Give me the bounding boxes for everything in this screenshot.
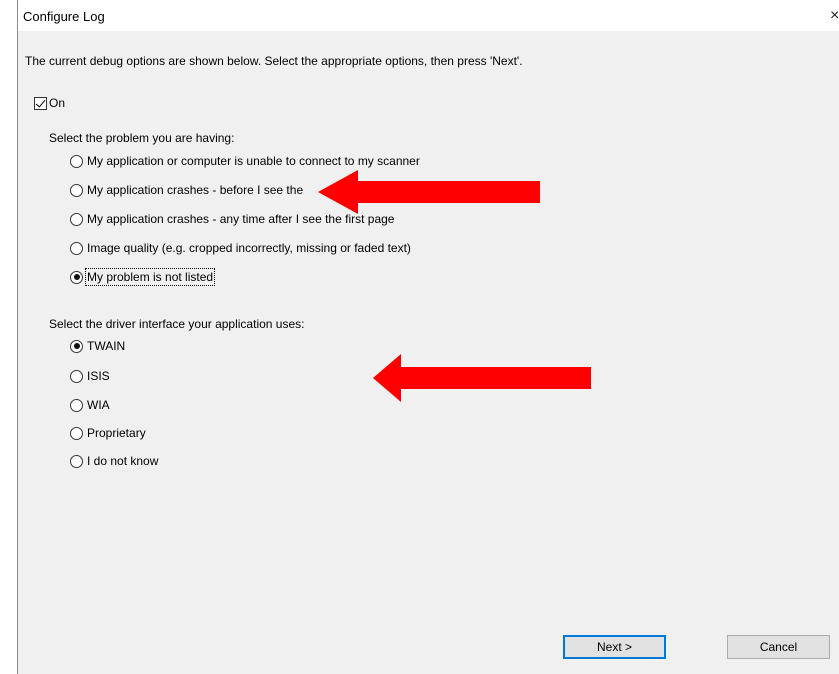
next-button[interactable]: Next >: [563, 635, 666, 659]
driver-option-proprietary[interactable]: Proprietary: [70, 424, 146, 442]
configure-log-dialog: Configure Log × The current debug option…: [17, 0, 839, 674]
radio-label[interactable]: My application crashes - before I see th…: [87, 183, 303, 197]
radio-label[interactable]: Proprietary: [87, 426, 146, 440]
radio-label[interactable]: I do not know: [87, 454, 158, 468]
annotation-arrow-icon: [318, 170, 540, 214]
on-checkbox[interactable]: [34, 96, 47, 110]
intro-text: The current debug options are shown belo…: [25, 54, 523, 68]
radio-button-selected[interactable]: [70, 339, 83, 353]
radio-button[interactable]: [70, 154, 83, 168]
radio-label[interactable]: ISIS: [87, 369, 110, 383]
driver-option-isis[interactable]: ISIS: [70, 367, 110, 385]
radio-label[interactable]: My problem is not listed: [84, 268, 216, 286]
arrow-shape: [373, 354, 591, 402]
problem-option-not-listed[interactable]: My problem is not listed: [70, 268, 216, 286]
radio-button[interactable]: [70, 212, 83, 226]
radio-button[interactable]: [70, 398, 83, 412]
driver-option-unknown[interactable]: I do not know: [70, 452, 158, 470]
problem-option-image-quality[interactable]: Image quality (e.g. cropped incorrectly,…: [70, 239, 411, 257]
title-bar: Configure Log ×: [18, 0, 839, 31]
checkmark-icon: [35, 96, 46, 108]
dialog-title: Configure Log: [23, 9, 105, 24]
close-icon[interactable]: ×: [830, 7, 839, 25]
radio-button[interactable]: [70, 369, 83, 383]
radio-button[interactable]: [70, 241, 83, 255]
radio-label[interactable]: My application or computer is unable to …: [87, 154, 420, 168]
radio-button[interactable]: [70, 426, 83, 440]
driver-option-twain[interactable]: TWAIN: [70, 337, 125, 355]
radio-button[interactable]: [70, 454, 83, 468]
problem-group-label: Select the problem you are having:: [49, 131, 235, 145]
radio-label[interactable]: My application crashes - any time after …: [87, 212, 394, 226]
cancel-button[interactable]: Cancel: [727, 635, 830, 659]
arrow-shape: [318, 170, 540, 214]
radio-label[interactable]: TWAIN: [87, 339, 125, 353]
on-checkbox-label[interactable]: On: [49, 96, 65, 110]
radio-label[interactable]: WIA: [87, 398, 110, 412]
radio-button-selected[interactable]: [70, 270, 83, 284]
driver-option-wia[interactable]: WIA: [70, 396, 110, 414]
radio-button[interactable]: [70, 183, 83, 197]
problem-option-crash-before[interactable]: My application crashes - before I see th…: [70, 181, 303, 199]
problem-option-connect[interactable]: My application or computer is unable to …: [70, 152, 420, 170]
on-checkbox-row[interactable]: On: [34, 95, 65, 111]
annotation-arrow-icon: [373, 354, 591, 402]
driver-group-label: Select the driver interface your applica…: [49, 317, 305, 331]
radio-label[interactable]: Image quality (e.g. cropped incorrectly,…: [87, 241, 411, 255]
